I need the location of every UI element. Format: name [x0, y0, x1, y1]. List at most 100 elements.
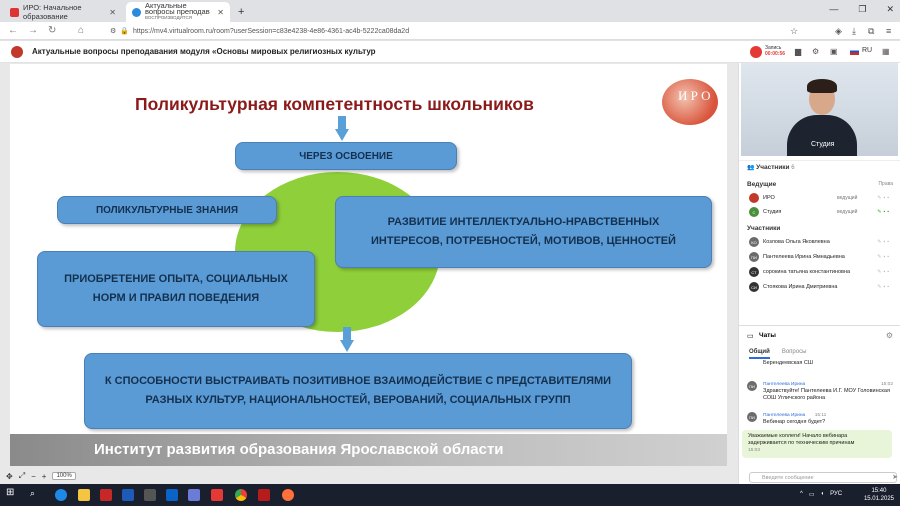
browser-tab-bar: ИРО: Начальное образование ✕ Актуальные … [0, 0, 900, 22]
close-window-icon[interactable]: ✕ [886, 4, 894, 15]
bookmark-star-icon[interactable]: ☆ [790, 26, 798, 37]
participant-role: ведущий [837, 209, 858, 215]
mic-cam-icon[interactable]: ✎▪▪ [877, 284, 891, 290]
maximize-icon[interactable]: ❐ [858, 4, 866, 15]
keyboard-language[interactable]: РУС [830, 491, 842, 498]
tab-subtitle: ВОСПРОИЗВОДИТСЯ [145, 15, 192, 20]
fullscreen-icon[interactable]: ⤢ [19, 471, 25, 481]
own-chat-message: Уважаемые коллеги! Начало вебинара задер… [742, 430, 892, 458]
volume-icon[interactable]: ◖ [821, 491, 825, 498]
reload-icon[interactable]: ↻ [48, 25, 56, 36]
extensions-icon[interactable]: ⧉ [868, 26, 874, 37]
fit-icon[interactable]: ✥ [6, 472, 13, 481]
tab-questions[interactable]: Вопросы [782, 349, 807, 359]
word-icon[interactable] [122, 489, 134, 501]
members-label: Участники [747, 225, 781, 232]
member-row[interactable]: СИ Стоякова Ирина Дмитриевна ✎▪▪ [749, 281, 899, 293]
url-field[interactable]: ⚙ 🔒 https://mv4.virtualroom.ru/room?user… [110, 24, 710, 38]
host-row[interactable]: ИРО ведущий ✎▪▪ [749, 192, 899, 204]
record-icon[interactable] [750, 46, 762, 58]
lock-icon: 🔒 [120, 28, 129, 35]
send-icon[interactable]: ➤ [892, 473, 898, 481]
russia-flag-icon[interactable] [850, 48, 859, 55]
mic-cam-icon[interactable]: ✎▪▪ [877, 254, 891, 260]
home-icon[interactable]: ⌂ [78, 25, 84, 36]
chat-title: Чаты [759, 332, 776, 339]
member-row[interactable]: СТ сорокина татьяна константиновна ✎▪▪ [749, 266, 899, 278]
box-multicultural-knowledge: ПОЛИКУЛЬТУРНЫЕ ЗНАНИЯ [57, 196, 277, 224]
app-header: Актуальные вопросы преподавания модуля «… [0, 41, 900, 63]
member-row[interactable]: КО Козлова Ольга Яковлевна ✎▪▪ [749, 236, 899, 248]
edge-icon[interactable] [55, 489, 67, 501]
back-icon[interactable]: ← [8, 25, 18, 36]
close-tab-icon[interactable]: ✕ [109, 8, 116, 17]
webinar-title: Актуальные вопросы преподавания модуля «… [32, 47, 376, 56]
close-tab-icon[interactable]: ✕ [217, 8, 224, 17]
slide: Поликультурная компетентность школьников… [10, 64, 727, 466]
acrobat-icon[interactable] [211, 489, 223, 501]
zoom-controls: ✥ ⤢ − + 100% [6, 470, 76, 482]
mic-cam-icon[interactable]: ✎▪▪ [877, 239, 891, 245]
chat-input[interactable]: Введите сообщение ➤ [749, 472, 898, 483]
forward-icon[interactable]: → [28, 25, 38, 36]
firefox-icon[interactable] [282, 489, 294, 501]
windows-start-icon[interactable]: ⊞ [6, 487, 18, 499]
system-clock[interactable]: 15:40 15.01.2025 [864, 487, 894, 503]
avatar [749, 193, 759, 203]
settings-icon[interactable]: ⚙ [812, 47, 819, 56]
chat-tabs: Общий Вопросы [749, 349, 806, 359]
host-row[interactable]: С Студия ведущий ✎▪▪ [749, 206, 899, 218]
downloads-icon[interactable]: ⤓ [852, 26, 856, 37]
tune-icon[interactable]: ⚙ [110, 27, 116, 35]
participant-role: ведущий [837, 195, 858, 201]
network-icon[interactable]: ▭ [809, 491, 815, 498]
explorer-icon[interactable] [78, 489, 90, 501]
language-selector[interactable]: RU [862, 47, 872, 54]
avatar: КО [749, 237, 759, 247]
participants-header[interactable]: 👥 Участники 6 [739, 160, 900, 171]
zoom-level[interactable]: 100% [52, 472, 76, 480]
participants-title: Участники [756, 164, 790, 171]
layout-icon[interactable]: ▣ [830, 47, 838, 56]
app-icon[interactable] [188, 489, 200, 501]
slide-footer-text: Институт развития образования Ярославско… [94, 441, 504, 458]
more-icon[interactable]: ▦ [882, 47, 890, 56]
zoom-in-button[interactable]: + [42, 472, 47, 481]
box-through-mastering: ЧЕРЕЗ ОСВОЕНИЕ [235, 142, 457, 170]
browser-tab-iro[interactable]: ИРО: Начальное образование ✕ [4, 2, 122, 22]
chat-settings-icon[interactable]: ⚙ [886, 331, 893, 340]
arrow-down-icon [340, 327, 354, 353]
new-tab-button[interactable]: + [232, 2, 248, 22]
hosts-label: Ведущие [747, 181, 777, 188]
presentation-stage: Поликультурная компетентность школьников… [0, 63, 738, 484]
member-row[interactable]: ПИ Пантелеева Ирина Ямнадьевна ✎▪▪ [749, 251, 899, 263]
video-feed[interactable]: Студия [741, 63, 898, 156]
browser-tab-webinar[interactable]: Актуальные вопросы преподав ВОСПРОИЗВОДИ… [126, 2, 230, 22]
zoom-out-button[interactable]: − [31, 472, 36, 481]
chevron-up-icon[interactable]: ^ [800, 491, 803, 498]
message-time: 15:11 [814, 413, 827, 418]
app-icon[interactable] [100, 489, 112, 501]
mic-cam-icon[interactable]: ✎▪▪ [877, 195, 891, 201]
chat-header[interactable]: ▭ Чаты ⚙ [739, 325, 900, 347]
menu-icon[interactable]: ≡ [886, 26, 891, 36]
app-icon[interactable] [144, 489, 156, 501]
clock-time: 15:40 [871, 488, 887, 494]
mic-cam-icon[interactable]: ✎▪▪ [877, 209, 891, 215]
window-controls: — ❐ ✕ [829, 4, 894, 15]
outlook-icon[interactable] [166, 489, 178, 501]
tab-general[interactable]: Общий [749, 349, 770, 359]
chrome-icon[interactable] [235, 489, 247, 501]
search-icon[interactable]: ⌕ [30, 488, 42, 500]
sender-name: Пантелеева Ирина [763, 413, 806, 418]
folder-icon[interactable]: ▆ [795, 47, 801, 56]
box-interaction-ability: К СПОСОБНОСТИ ВЫСТРАИВАТЬ ПОЗИТИВНОЕ ВЗА… [84, 353, 632, 429]
avatar: ПИ [747, 381, 757, 391]
mic-cam-icon[interactable]: ✎▪▪ [877, 269, 891, 275]
pocket-icon[interactable]: ◈ [835, 26, 842, 37]
message-text: Уважаемые коллеги! Начало вебинара задер… [748, 433, 855, 446]
avatar: ПИ [747, 412, 757, 422]
box-experience-norms: ПРИОБРЕТЕНИЕ ОПЫТА, СОЦИАЛЬНЫХ НОРМ И ПР… [37, 251, 315, 327]
minimize-icon[interactable]: — [829, 4, 838, 15]
app-icon[interactable] [258, 489, 270, 501]
